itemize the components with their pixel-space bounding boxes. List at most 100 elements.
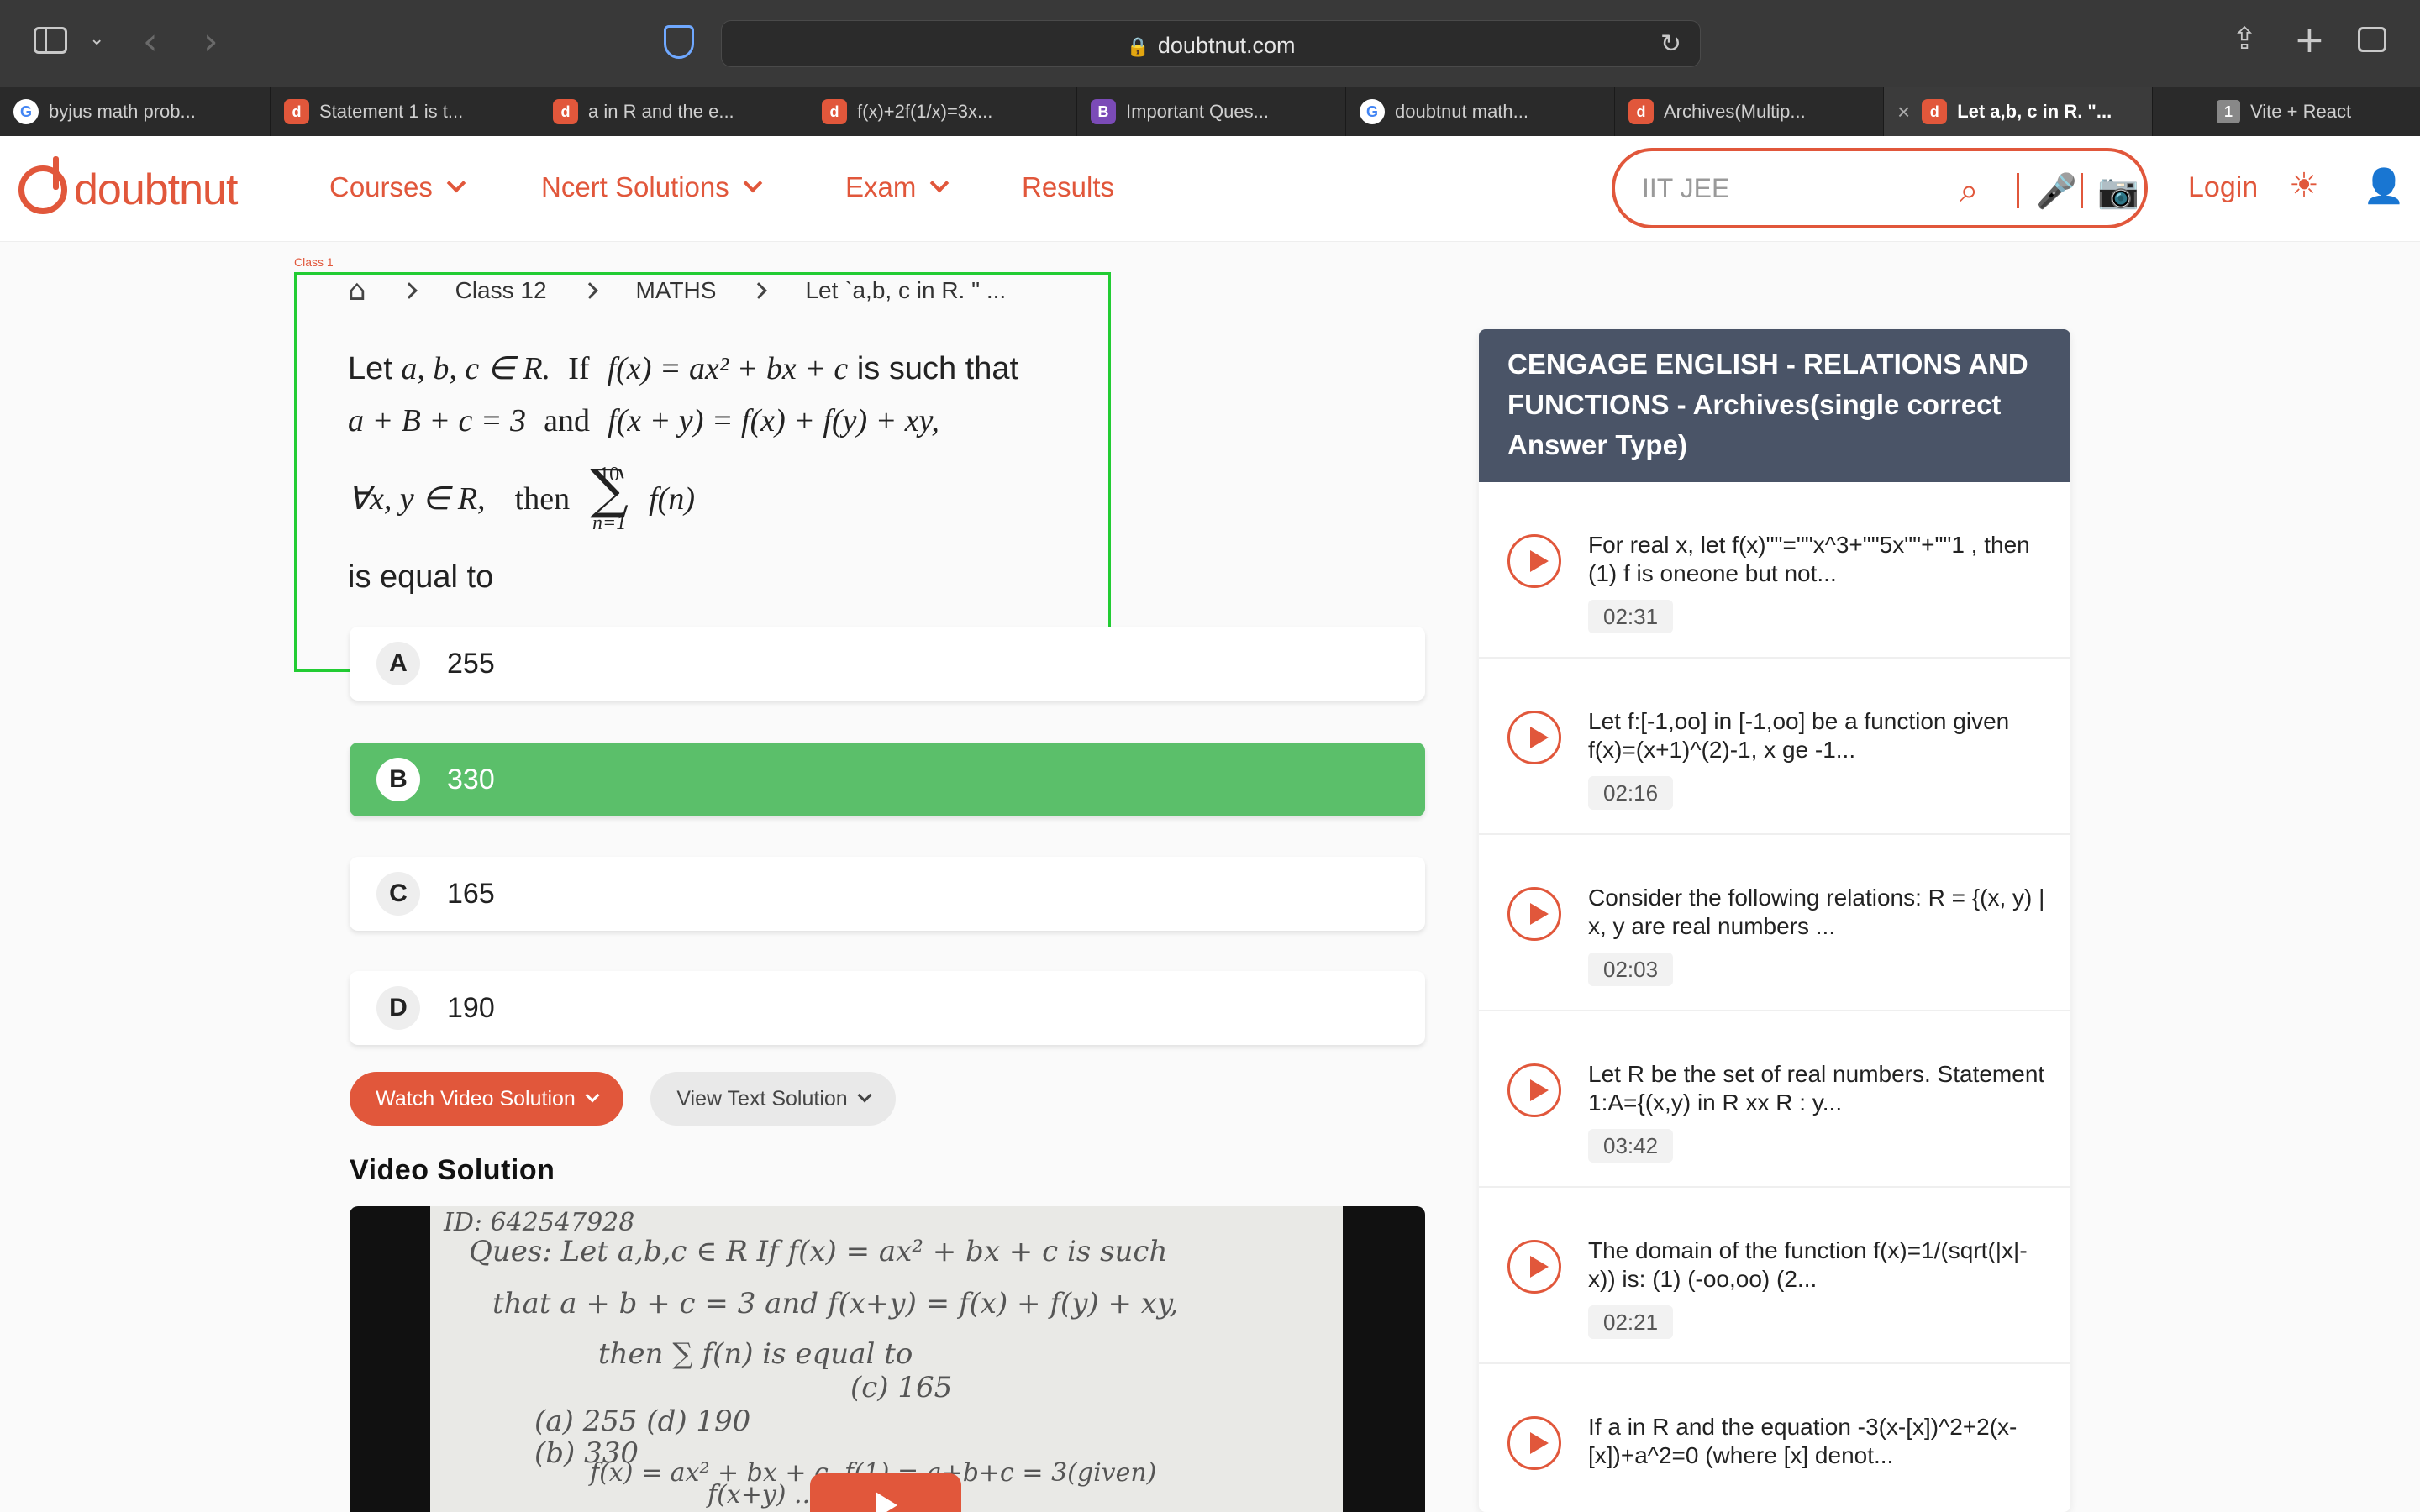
nav-ncert-solutions[interactable]: Ncert Solutions — [541, 171, 763, 203]
site-header: doubtnut Courses Ncert Solutions Exam Re… — [0, 136, 2420, 242]
tab[interactable]: d a in R and the e... — [539, 87, 808, 136]
option-d[interactable]: D 190 — [350, 971, 1425, 1045]
reload-icon[interactable]: ↻ — [1660, 29, 1681, 59]
panel-header: CENGAGE ENGLISH - RELATIONS AND FUNCTION… — [1479, 329, 2070, 482]
question-text: Let a, b, c ∈ R. If f(x) = ax² + bx + c … — [348, 343, 1087, 603]
nav-label: Results — [1022, 171, 1115, 202]
search-box: ⌕ 🎤 📷 — [1612, 148, 2148, 228]
option-text: 190 — [447, 991, 495, 1024]
chevron-down-icon — [446, 173, 466, 193]
share-icon[interactable]: ⇪ — [2232, 22, 2257, 56]
option-b-correct[interactable]: B 330 — [350, 743, 1425, 816]
related-videos-panel: CENGAGE ENGLISH - RELATIONS AND FUNCTION… — [1479, 329, 2070, 1512]
camera-icon[interactable]: 📷 — [2097, 171, 2139, 211]
tab[interactable]: Gbyjus math prob... — [0, 87, 271, 136]
play-icon[interactable] — [1507, 887, 1561, 941]
google-icon: G — [1360, 99, 1385, 124]
nav-courses[interactable]: Courses — [329, 171, 466, 203]
handwritten-line: that a + b + c = 3 and f(x+y) = f(x) + f… — [492, 1287, 1179, 1320]
tab-bar: Gbyjus math prob... d Statement 1 is t...… — [0, 87, 2420, 136]
logo-text: doubtnut — [74, 165, 238, 214]
search-icon[interactable]: ⌕ — [1960, 171, 1978, 210]
math-expr: ∀x, y ∈ R, — [348, 481, 486, 517]
option-letter: A — [376, 642, 420, 685]
chevron-right-icon — [400, 282, 418, 299]
chevron-down-icon — [585, 1088, 600, 1103]
video-title: If a in R and the equation -3(x-[x])^2+2… — [1588, 1414, 2018, 1468]
doubtnut-icon: d — [1922, 99, 1948, 124]
search-input[interactable] — [1642, 170, 1944, 207]
option-letter: B — [376, 758, 420, 801]
option-text: 165 — [447, 877, 495, 910]
related-video-item[interactable]: Let R be the set of real numbers. Statem… — [1479, 1011, 2070, 1188]
video-player[interactable]: ID: 642547928 Ques: Let a,b,c ∈ R If f(x… — [350, 1206, 1425, 1512]
new-tab-icon[interactable]: + — [2294, 18, 2325, 61]
doubtnut-icon: d — [284, 99, 309, 124]
related-video-item[interactable]: Consider the following relations: R = {(… — [1479, 835, 2070, 1011]
lock-icon: 🔒 — [1126, 36, 1150, 57]
play-icon[interactable] — [1507, 1063, 1561, 1117]
home-icon[interactable]: ⌂ — [348, 274, 366, 307]
theme-toggle-icon[interactable]: ☀ — [2289, 166, 2319, 205]
handwritten-line: then ∑ f(n) is equal to — [598, 1337, 913, 1371]
math-word: and — [544, 403, 591, 438]
browser-toolbar: ⌄ ‹ › 🔒 doubtnut.com ↻ ⇪ + — [0, 0, 2420, 87]
handwritten-line: (a) 255 (d) 190 — [534, 1404, 751, 1438]
forward-icon[interactable]: › — [203, 20, 218, 63]
chevron-down-icon — [743, 173, 763, 193]
math-expr: a, b, c ∈ R. — [401, 351, 551, 386]
duration-badge: 02:21 — [1588, 1305, 1674, 1339]
tab-overview-icon[interactable] — [2358, 27, 2386, 52]
question-line-4: is equal to — [348, 559, 494, 595]
related-video-item[interactable]: The domain of the function f(x)=1/(sqrt(… — [1479, 1188, 2070, 1364]
site-logo[interactable]: doubtnut — [18, 156, 238, 217]
tab-active[interactable]: × d Let a,b, c in R. "... — [1884, 87, 2153, 136]
video-title: Let R be the set of real numbers. Statem… — [1588, 1061, 2045, 1116]
play-icon[interactable] — [1507, 1416, 1561, 1470]
tab-label: a in R and the e... — [588, 101, 734, 122]
tab[interactable]: Gdoubtnut math... — [1346, 87, 1615, 136]
user-icon[interactable]: 👤 — [2363, 166, 2405, 206]
related-video-item[interactable]: For real x, let f(x)""=""x^3+""5x""+""1 … — [1479, 482, 2070, 659]
play-button[interactable] — [810, 1473, 961, 1512]
play-icon[interactable] — [1507, 711, 1561, 764]
shield-icon[interactable] — [664, 25, 694, 59]
play-icon[interactable] — [1507, 534, 1561, 588]
nav-label: Exam — [845, 171, 917, 202]
address-bar[interactable]: 🔒 doubtnut.com ↻ — [721, 20, 1701, 67]
duration-badge: 03:42 — [1588, 1129, 1674, 1163]
view-text-solution-button[interactable]: View Text Solution — [650, 1072, 896, 1126]
sum-lower: n=1 — [592, 512, 627, 534]
question-word: is such that — [856, 351, 1019, 386]
microphone-icon[interactable]: 🎤 — [2035, 171, 2077, 211]
option-c[interactable]: C 165 — [350, 857, 1425, 931]
watch-video-solution-button[interactable]: Watch Video Solution — [350, 1072, 623, 1126]
back-icon[interactable]: ‹ — [143, 20, 158, 63]
option-a[interactable]: A 255 — [350, 627, 1425, 701]
breadcrumb-item[interactable]: MATHS — [636, 277, 717, 304]
divider — [2081, 173, 2083, 208]
chevron-down-icon[interactable]: ⌄ — [89, 29, 104, 50]
tab[interactable]: d Archives(Multip... — [1615, 87, 1884, 136]
close-icon[interactable]: × — [1897, 99, 1910, 125]
related-video-item[interactable]: Let f:[-1,oo] in [-1,oo] be a function g… — [1479, 659, 2070, 835]
breadcrumb-item[interactable]: Class 12 — [455, 277, 547, 304]
tab[interactable]: 1 Vite + React — [2153, 87, 2420, 136]
nav-exam[interactable]: Exam — [845, 171, 950, 203]
summation: 10 ∑ n=1 — [578, 449, 640, 549]
tab[interactable]: d Statement 1 is t... — [271, 87, 539, 136]
sidebar-toggle-icon[interactable] — [34, 27, 67, 54]
tab[interactable]: d f(x)+2f(1/x)=3x... — [808, 87, 1077, 136]
google-icon: G — [13, 99, 39, 124]
handwritten-line: Ques: Let a,b,c ∈ R If f(x) = ax² + bx +… — [469, 1235, 1168, 1268]
login-link[interactable]: Login — [2188, 171, 2258, 204]
tab[interactable]: B Important Ques... — [1077, 87, 1346, 136]
nav-results[interactable]: Results — [1022, 171, 1114, 203]
math-word: If — [568, 351, 590, 386]
play-icon[interactable] — [1507, 1240, 1561, 1294]
option-letter: C — [376, 872, 420, 916]
math-expr: f(x) = ax² + bx + c — [607, 351, 849, 386]
tab-label: Vite + React — [2250, 101, 2352, 122]
chevron-right-icon — [581, 282, 598, 299]
related-video-item[interactable]: If a in R and the equation -3(x-[x])^2+2… — [1479, 1364, 2070, 1512]
